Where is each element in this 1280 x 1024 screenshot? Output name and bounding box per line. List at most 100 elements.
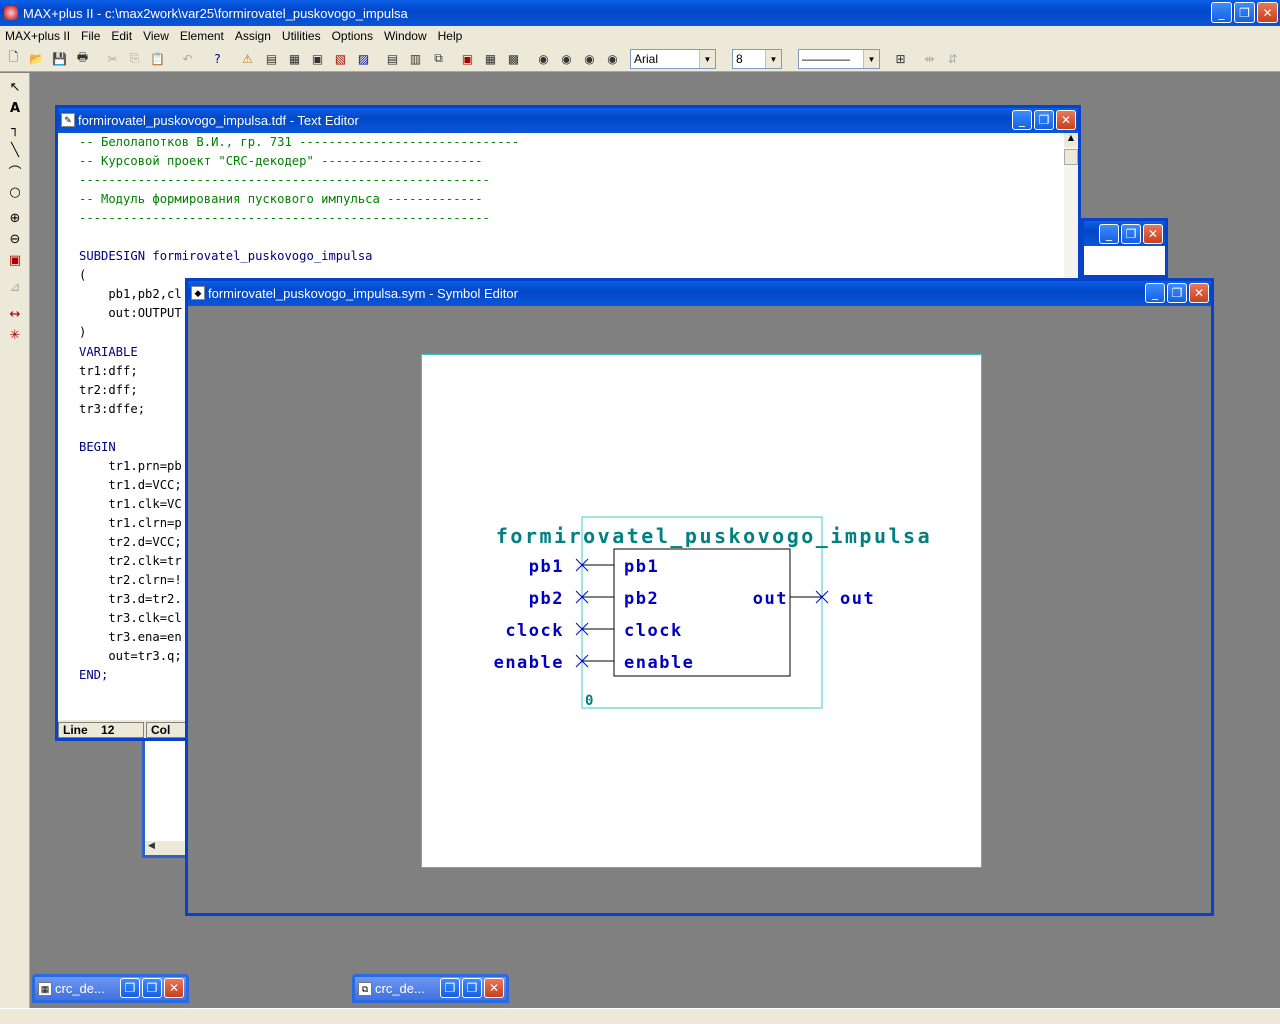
maximize-button[interactable]: ❐ (1034, 110, 1054, 130)
circle-tool-icon[interactable]: ○ (4, 182, 26, 202)
zoom-out-icon[interactable]: ⊖ (4, 229, 26, 249)
menu-view[interactable]: View (138, 29, 175, 43)
maximize-button[interactable]: ❐ (1167, 283, 1187, 303)
menu-element[interactable]: Element (175, 29, 230, 43)
background-window[interactable]: _ ❐ ✕ (1081, 218, 1168, 278)
font-name-select[interactable]: Arial ▼ (630, 49, 716, 69)
menu-maxplus[interactable]: MAX+plus II (0, 29, 76, 43)
menu-help[interactable]: Help (433, 29, 469, 43)
find-node-destination-icon[interactable]: ◉ (557, 49, 576, 68)
menu-window[interactable]: Window (379, 29, 433, 43)
open-programmer-icon[interactable]: ▩ (504, 49, 523, 68)
chevron-down-icon[interactable]: ▼ (765, 50, 781, 68)
hierarchy-up-icon[interactable]: ⚠ (238, 49, 257, 68)
cut-icon[interactable]: ✂ (103, 49, 122, 68)
timing-analyzer-icon[interactable]: ▨ (354, 49, 373, 68)
maximize-button[interactable]: ❐ (1121, 224, 1141, 244)
minimized-window-1[interactable]: ▦ crc_de... ❐ ❐ ✕ (32, 974, 189, 1003)
find-node-source-icon[interactable]: ◉ (534, 49, 553, 68)
menu-assign[interactable]: Assign (230, 29, 277, 43)
close-button[interactable]: ✕ (164, 978, 184, 998)
save-icon[interactable]: 💾 (50, 49, 69, 68)
pin-clock[interactable]: clock clock (505, 621, 682, 641)
undo-icon[interactable]: ↶ (178, 49, 197, 68)
orthogonal-line-icon[interactable]: ┐ (4, 119, 26, 139)
maximize-button[interactable]: ❐ (142, 978, 162, 998)
symbol-editor-window[interactable]: ◆ formirovatel_puskovogo_impulsa.sym - S… (185, 278, 1214, 916)
line-style-select[interactable]: ———— ▼ (798, 49, 880, 69)
hierarchy-display-icon[interactable]: ▤ (262, 49, 281, 68)
app-icon[interactable] (4, 6, 18, 20)
close-button[interactable]: ✕ (1189, 283, 1209, 303)
close-button[interactable]: ✕ (1257, 2, 1278, 23)
code-line[interactable]: -- Курсовой проект "CRC-декодер" -------… (79, 152, 519, 171)
minimize-button[interactable]: _ (1145, 283, 1165, 303)
menu-options[interactable]: Options (327, 29, 379, 43)
project-save-compile-icon[interactable]: ⧉ (429, 49, 448, 68)
symbol-canvas-area[interactable]: formirovatel_puskovogo_impulsa 0 pb1 pb1… (188, 306, 1211, 913)
print-icon[interactable]: 🖶 (73, 49, 92, 68)
code-line[interactable]: -- Белолапотков В.И., гр. 731 ----------… (79, 133, 519, 152)
code-line[interactable]: ----------------------------------------… (79, 171, 519, 190)
scroll-thumb[interactable] (1064, 149, 1078, 165)
project-set-icon[interactable]: ▤ (383, 49, 402, 68)
select-arrow-icon[interactable]: ↖ (4, 77, 26, 97)
scroll-left-icon[interactable]: ◀ (145, 841, 185, 855)
code-line[interactable]: ----------------------------------------… (79, 209, 519, 228)
pin-pb2[interactable]: pb2 pb2 (529, 589, 659, 609)
minimize-button[interactable]: _ (1211, 2, 1232, 23)
code-line[interactable] (79, 228, 519, 247)
close-button[interactable]: ✕ (1056, 110, 1076, 130)
project-save-check-icon[interactable]: ▥ (406, 49, 425, 68)
compiler-icon[interactable]: ▣ (308, 49, 327, 68)
rubberband-icon[interactable]: ⊿ (4, 277, 26, 297)
scroll-up-icon[interactable]: ▲ (1064, 133, 1078, 147)
pin-line-icon[interactable]: ↔ (4, 304, 26, 324)
arc-tool-icon[interactable]: ⌒ (4, 161, 26, 181)
open-file-icon[interactable]: 📂 (27, 49, 46, 68)
code-line[interactable]: SUBDESIGN formirovatel_puskovogo_impulsa (79, 247, 519, 266)
close-button[interactable]: ✕ (1143, 224, 1163, 244)
find-node-icon[interactable]: ◉ (580, 49, 599, 68)
open-compiler-icon[interactable]: ▣ (458, 49, 477, 68)
restore-button[interactable]: ❐ (1234, 2, 1255, 23)
minimized-window-2[interactable]: ⧉ crc_de... ❐ ❐ ✕ (352, 974, 509, 1003)
chevron-down-icon[interactable]: ▼ (699, 50, 715, 68)
symbol-name-label[interactable]: formirovatel_puskovogo_impulsa (496, 524, 932, 548)
minimize-button[interactable]: _ (1099, 224, 1119, 244)
minimize-button[interactable]: _ (1012, 110, 1032, 130)
paste-icon[interactable]: 📋 (148, 49, 167, 68)
node-viewer-icon[interactable]: ◉ (603, 49, 622, 68)
menu-utilities[interactable]: Utilities (277, 29, 327, 43)
rotate-icon[interactable]: ⇵ (943, 49, 962, 68)
flip-horizontal-icon[interactable]: ⇹ (920, 49, 939, 68)
text-tool-icon[interactable]: A (4, 98, 26, 118)
code-line[interactable]: -- Модуль формирования пускового импульс… (79, 190, 519, 209)
zoom-in-icon[interactable]: ⊕ (4, 208, 26, 228)
close-button[interactable]: ✕ (484, 978, 504, 998)
copy-icon[interactable]: ⎘ (125, 49, 144, 68)
context-help-icon[interactable]: ? (208, 49, 227, 68)
pin-pb1[interactable]: pb1 pb1 (529, 557, 659, 577)
grid-icon[interactable]: ⊞ (891, 49, 910, 68)
symbol-drawing[interactable]: formirovatel_puskovogo_impulsa 0 pb1 pb1… (422, 355, 983, 869)
maximize-button[interactable]: ❐ (462, 978, 482, 998)
symbol-sheet[interactable]: formirovatel_puskovogo_impulsa 0 pb1 pb1… (421, 354, 982, 868)
pin-enable[interactable]: enable enable (494, 653, 695, 673)
app-status-bar (0, 1008, 1280, 1024)
new-file-icon[interactable]: 🗋 (4, 49, 23, 68)
font-size-select[interactable]: 8 ▼ (732, 49, 782, 69)
pin-out[interactable]: out out (753, 589, 875, 609)
guideline-icon[interactable]: ✳ (4, 325, 26, 345)
restore-button[interactable]: ❐ (120, 978, 140, 998)
chevron-down-icon[interactable]: ▼ (863, 50, 879, 68)
menu-edit[interactable]: Edit (106, 29, 138, 43)
open-simulator-icon[interactable]: ▦ (481, 49, 500, 68)
background-window-lower[interactable]: ◀ (142, 735, 188, 858)
diagonal-line-icon[interactable]: ╲ (4, 140, 26, 160)
restore-button[interactable]: ❐ (440, 978, 460, 998)
menu-file[interactable]: File (76, 29, 106, 43)
fit-in-window-icon[interactable]: ▣ (4, 250, 26, 270)
floorplan-icon[interactable]: ▦ (285, 49, 304, 68)
simulator-icon[interactable]: ▧ (331, 49, 350, 68)
